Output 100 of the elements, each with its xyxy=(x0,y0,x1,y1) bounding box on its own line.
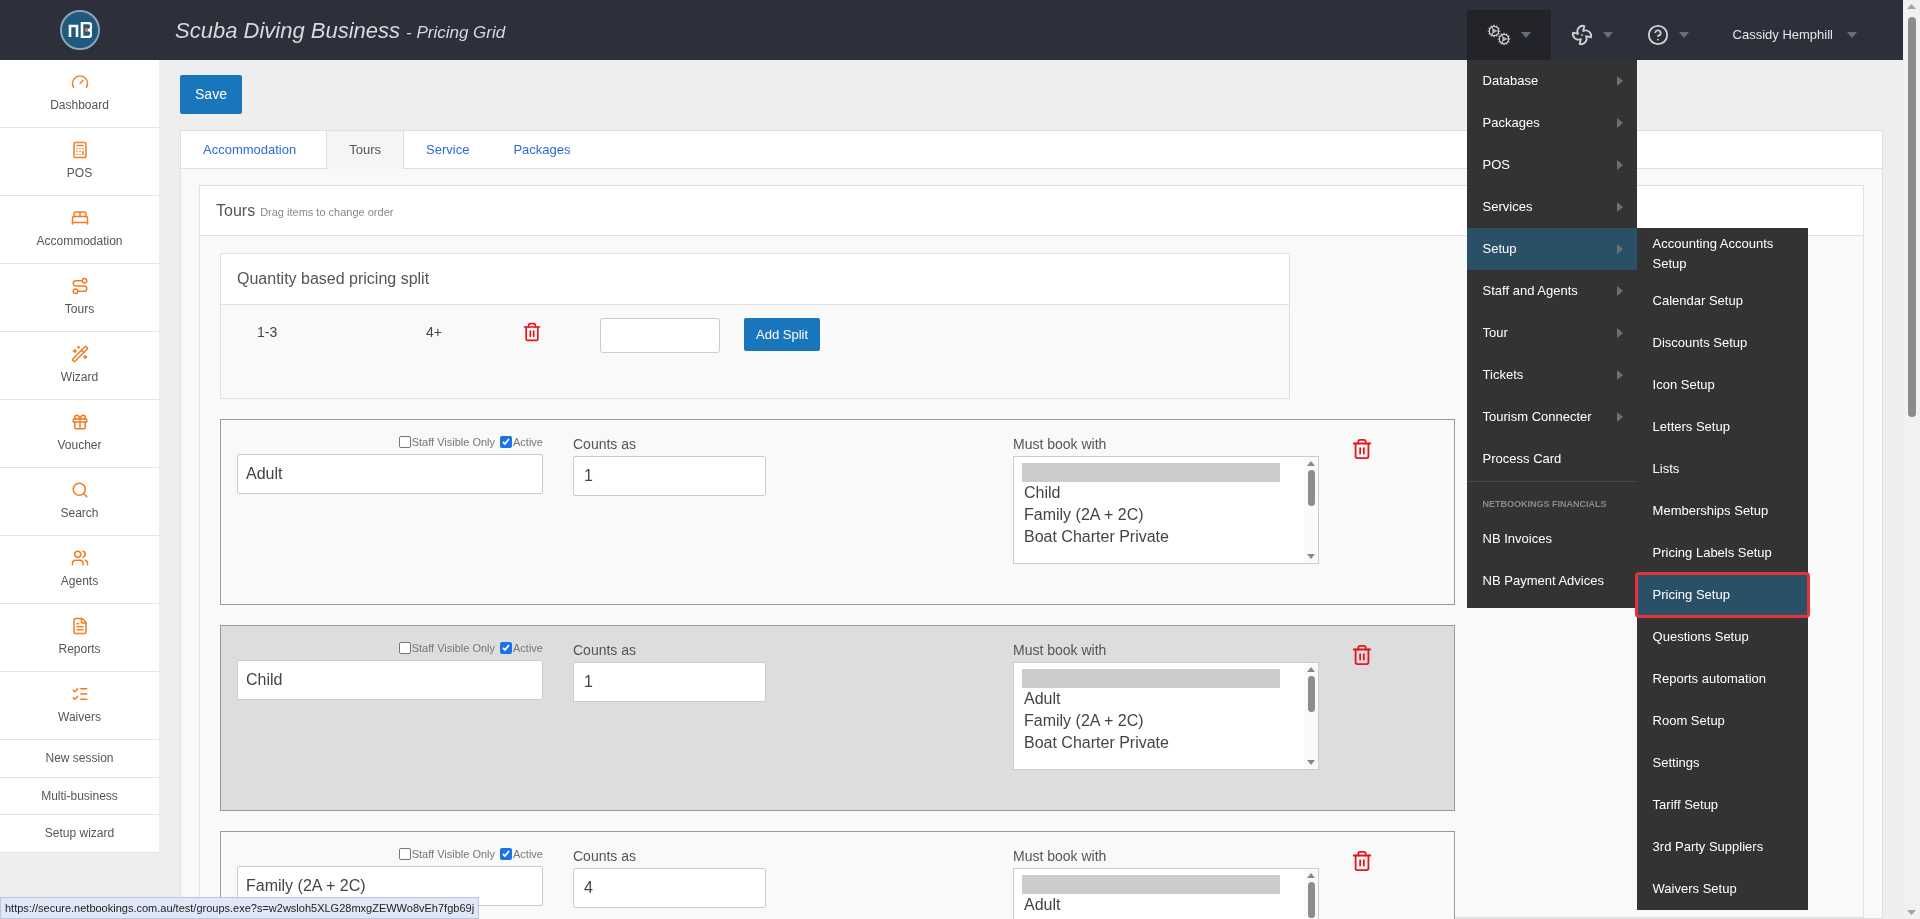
listbox-option[interactable]: Family (2A + 2C) xyxy=(1022,710,1304,732)
sidebar-item[interactable]: Tours xyxy=(0,264,159,332)
sidebar-item[interactable]: Waivers xyxy=(0,672,159,740)
gears-icon xyxy=(1486,24,1511,46)
checkbox[interactable] xyxy=(500,436,513,448)
tab[interactable]: Accommodation xyxy=(181,131,319,169)
page-subtitle: - Pricing Grid xyxy=(406,21,506,44)
menu-section-header: NETBOOKINGS FINANCIALS xyxy=(1482,499,1607,509)
submenu-item[interactable]: Lists xyxy=(1636,448,1808,490)
submenu-item[interactable]: Calendar Setup xyxy=(1636,280,1808,322)
listbox-option[interactable]: Child xyxy=(1022,482,1304,504)
route-icon xyxy=(70,277,89,295)
add-split-button[interactable]: Add Split xyxy=(744,318,821,351)
save-button[interactable]: Save xyxy=(180,75,242,114)
name-input[interactable]: Adult xyxy=(237,454,543,494)
checkbox[interactable] xyxy=(398,436,411,448)
split-input[interactable] xyxy=(600,318,720,353)
must-book-listbox[interactable]: Child Family (2A + 2C) Boat Charter Private xyxy=(1013,456,1319,564)
menu-item[interactable]: Tickets xyxy=(1466,354,1637,396)
business-title: Scuba Diving Business xyxy=(175,16,400,45)
gift-icon xyxy=(70,413,89,431)
checkbox[interactable] xyxy=(500,642,513,654)
submenu-item[interactable]: Letters Setup xyxy=(1636,406,1808,448)
delete-icon[interactable] xyxy=(522,322,542,342)
settings-menu-button[interactable] xyxy=(1466,10,1551,60)
sidebar-link[interactable]: Setup wizard xyxy=(0,815,159,853)
menu-item[interactable]: NB Invoices xyxy=(1466,518,1637,560)
field-label: Must book with xyxy=(1013,641,1108,660)
caret-right-icon xyxy=(1616,328,1623,338)
sidebar-item[interactable]: Voucher xyxy=(0,400,159,468)
sidebar-item[interactable]: Reports xyxy=(0,604,159,672)
listbox-option[interactable]: Adult xyxy=(1022,688,1304,710)
magic-wand-icon xyxy=(70,345,89,363)
tab[interactable]: Packages xyxy=(491,131,593,169)
sidebar-item[interactable]: Accommodation xyxy=(0,196,159,264)
document-icon xyxy=(70,617,89,635)
checkbox[interactable] xyxy=(398,848,411,860)
menu-item[interactable]: NB Payment Advices xyxy=(1466,560,1637,602)
panel-hint: Drag items to change order xyxy=(260,205,394,221)
submenu-item[interactable]: Tariff Setup xyxy=(1636,784,1808,826)
submenu-item[interactable]: Room Setup xyxy=(1636,700,1808,742)
checklist-icon xyxy=(70,685,89,703)
sidebar-item[interactable]: Dashboard xyxy=(0,60,159,128)
menu-item[interactable]: POS xyxy=(1466,144,1637,186)
sidebar-item[interactable]: POS xyxy=(0,128,159,196)
user-menu-button[interactable]: Cassidy Hemphill xyxy=(1722,10,1867,60)
tab[interactable]: Service xyxy=(404,131,492,169)
tab[interactable]: Tours xyxy=(326,131,404,169)
delete-icon[interactable] xyxy=(1351,850,1373,872)
sidebar-item[interactable]: Wizard xyxy=(0,332,159,400)
submenu-item[interactable]: Pricing Labels Setup xyxy=(1636,532,1808,574)
sidebar-link[interactable]: Multi-business xyxy=(0,777,159,815)
submenu-item[interactable]: Accounting Accounts Setup xyxy=(1636,228,1808,280)
field-label: Must book with xyxy=(1013,847,1108,866)
listbox-option[interactable]: Boat Charter Private xyxy=(1022,732,1304,754)
counts-as-input[interactable]: 1 xyxy=(573,456,766,496)
counts-as-input[interactable]: 1 xyxy=(573,662,766,702)
submenu-item[interactable]: Memberships Setup xyxy=(1636,490,1808,532)
submenu-item[interactable]: 3rd Party Suppliers xyxy=(1636,826,1808,868)
field-label: Counts as xyxy=(573,847,638,866)
must-book-listbox[interactable]: Adult Family (2A + 2C) Boat Charter Private xyxy=(1013,662,1319,770)
submenu-item[interactable]: Questions Setup xyxy=(1636,616,1808,658)
menu-item[interactable]: Setup xyxy=(1466,228,1637,270)
caret-right-icon xyxy=(1616,202,1623,212)
caret-right-icon xyxy=(1616,244,1623,254)
caret-icon xyxy=(1520,32,1531,38)
panel-title: Tours xyxy=(216,200,256,221)
listbox-option[interactable]: Family (2A + 2C) xyxy=(1022,504,1304,526)
counts-as-input[interactable]: 4 xyxy=(573,868,766,908)
listbox-option[interactable]: Adult xyxy=(1022,894,1304,916)
must-book-listbox[interactable]: Adult xyxy=(1013,868,1319,919)
submenu-item[interactable]: Waivers Setup xyxy=(1636,868,1808,910)
delete-icon[interactable] xyxy=(1351,438,1373,460)
menu-item[interactable]: Tour xyxy=(1466,312,1637,354)
submenu-item[interactable]: Pricing Setup xyxy=(1636,574,1808,616)
listbox-option[interactable]: Boat Charter Private xyxy=(1022,526,1304,548)
delete-icon[interactable] xyxy=(1351,644,1373,666)
sidebar-link[interactable]: New session xyxy=(0,740,159,778)
checkbox[interactable] xyxy=(398,642,411,654)
caret-right-icon xyxy=(1616,370,1623,380)
menu-item[interactable]: Services xyxy=(1466,186,1637,228)
split-range: 4+ xyxy=(426,323,443,342)
menu-item[interactable]: Database xyxy=(1466,60,1637,102)
name-input[interactable]: Child xyxy=(237,660,543,700)
sidebar-item[interactable]: Search xyxy=(0,468,159,536)
submenu-item[interactable]: Reports automation xyxy=(1636,658,1808,700)
menu-item[interactable]: Tourism Connecter xyxy=(1466,396,1637,438)
logo-icon[interactable] xyxy=(59,10,100,50)
submenu-item[interactable]: Settings xyxy=(1636,742,1808,784)
submenu-item[interactable]: Discounts Setup xyxy=(1636,322,1808,364)
checkbox-label: Active xyxy=(513,434,543,450)
submenu-item[interactable]: Icon Setup xyxy=(1636,364,1808,406)
menu-item[interactable]: Process Card xyxy=(1466,438,1637,480)
checkbox-label: Staff Visible Only xyxy=(411,640,496,656)
sidebar-item[interactable]: Agents xyxy=(0,536,159,604)
menu-item[interactable]: Packages xyxy=(1466,102,1637,144)
menu-item[interactable]: Staff and Agents xyxy=(1466,270,1637,312)
checkbox[interactable] xyxy=(500,848,513,860)
search-icon xyxy=(70,481,89,499)
caret-right-icon xyxy=(1616,76,1623,86)
